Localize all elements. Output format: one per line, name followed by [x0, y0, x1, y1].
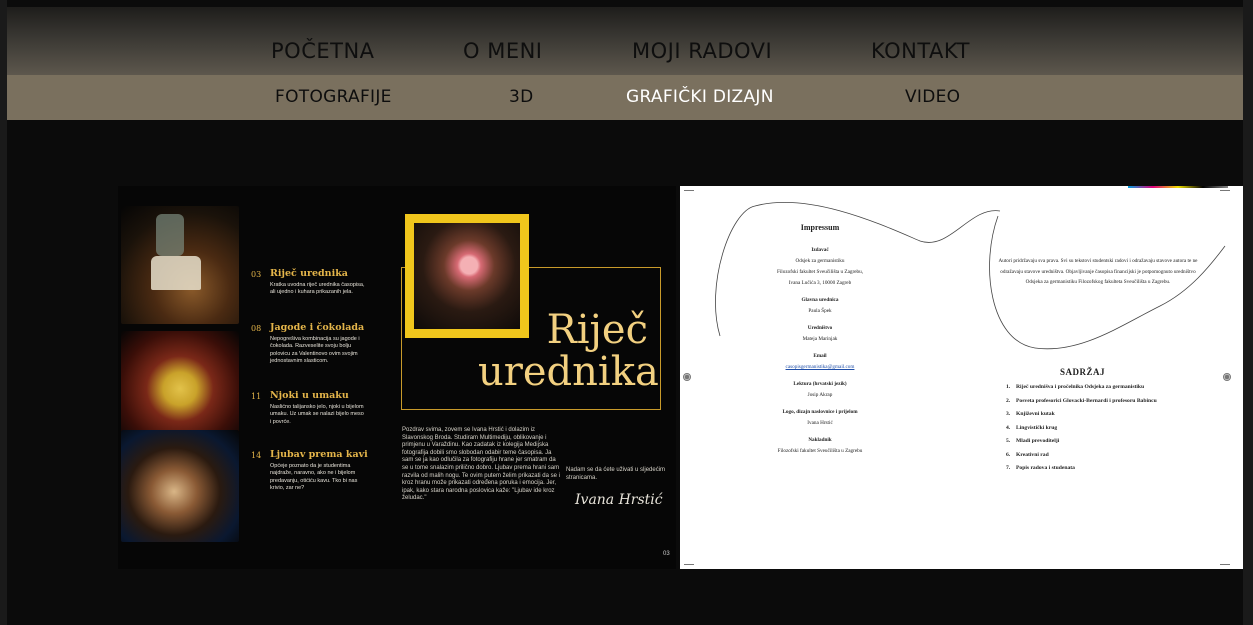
impressum-value: Filozofski fakultet Sveučilišta u Zagreb…: [777, 448, 863, 454]
copyright-notice: Autori pridržavaju sva prava. Svi su tek…: [998, 258, 1198, 286]
impressum-label: Email: [813, 353, 827, 359]
editor-closing-text: Nadam se da ćete uživati u sljedećim str…: [566, 467, 666, 481]
main-nav: POČETNA O MENI MOJI RADOVI KONTAKT: [7, 7, 1243, 75]
nav-kontakt[interactable]: KONTAKT: [871, 39, 970, 63]
toc-description: Kratka uvodna riječ urednika časopisa, a…: [270, 282, 365, 296]
contents-item: 1. Riječ urednišva i pročelnika Odsjeka z…: [1006, 384, 1145, 390]
contents-item-label: Popis radova i studenata: [1016, 465, 1075, 471]
magazine-spread-impressum[interactable]: Impressum Izdavač Odsjek za germanistiku…: [680, 186, 1243, 569]
toc-description: Općeje poznato da je studentima najdraže…: [270, 463, 358, 491]
subnav-fotografije[interactable]: FOTOGRAFIJE: [275, 87, 392, 107]
contents-item-label: Kreativni rad: [1016, 451, 1049, 458]
impressum-value: Ivana Lučića 3, 10000 Zagreb: [788, 280, 852, 286]
contents-item-label: Lingvistički krug: [1016, 424, 1058, 431]
impressum-value: Filozofski fakultet Sveučilišta u Zagreb…: [776, 269, 863, 275]
contents-title: SADRŽAJ: [1060, 367, 1106, 377]
contents-item: 6. Kreativni rad: [1006, 451, 1049, 458]
editor-heading: Riječ urednika: [478, 307, 659, 395]
toc-page-number: 08: [251, 324, 262, 333]
coffee-photo: [121, 430, 239, 542]
nav-moji-radovi[interactable]: MOJI RADOVI: [632, 39, 772, 63]
contents-item: 4. Lingvistički krug: [1006, 424, 1058, 431]
gnocchi-photo: [121, 331, 239, 436]
contents-item: 3. Književni kutak: [1006, 411, 1055, 417]
toc-title: Njoki u umaku: [270, 390, 349, 401]
toc-description: Nepogrešiva kombinacija su jagode i čoko…: [270, 336, 360, 364]
impressum-label: Logo, dizajn naslovnice i prijelom: [782, 409, 858, 415]
contents-item: 5. Mladi prevoditelji: [1006, 438, 1060, 444]
toc-page-number: 03: [251, 270, 262, 279]
toc-title: Riječ urednika: [270, 268, 348, 279]
impressum-value: Ivana Hrstić: [807, 420, 833, 426]
contents-item-label: Riječ urednišva i pročelnika Odsjeka za …: [1016, 384, 1145, 390]
cake-photo: [121, 206, 239, 324]
subnav-graficki-dizajn[interactable]: GRAFIČKI DIZAJN: [626, 87, 774, 107]
nav-o-meni[interactable]: O MENI: [463, 39, 543, 63]
impressum-email-link[interactable]: casopisgermanistika@gmail.com: [730, 362, 910, 373]
contents-item: 7. Popis radova i studenata: [1006, 465, 1075, 471]
impressum-label: Glavna urednica: [801, 297, 839, 303]
impressum-label: Uredništvo: [807, 325, 833, 331]
toc-description: Naslićno talijansko jelo, njoki u bijelo…: [270, 404, 364, 425]
contents-item-label: Književni kutak: [1016, 411, 1055, 417]
sub-nav: FOTOGRAFIJE 3D GRAFIČKI DIZAJN VIDEO: [7, 75, 1243, 120]
impressum-block: Impressum Izdavač Odsjek za germanistiku…: [730, 222, 910, 457]
editor-signature: Ivana Hrstić: [575, 492, 663, 508]
impressum-value: Mateja Marinjak: [802, 336, 838, 342]
contents-item-label: Mladi prevoditelji: [1016, 438, 1060, 444]
impressum-value: Paula Špek: [808, 308, 832, 314]
toc-title: Jagode i čokolada: [270, 322, 365, 333]
impressum-value: Odsjek za germanistiku: [795, 258, 845, 264]
subnav-video[interactable]: VIDEO: [905, 87, 960, 107]
impressum-title: Impressum: [800, 223, 840, 232]
page-number: 03: [663, 551, 670, 557]
editor-letter-text: Pozdrav svima, zovem se Ivana Hrstić i d…: [402, 427, 560, 502]
impressum-label: Nakladnik: [808, 437, 832, 443]
subnav-3d[interactable]: 3D: [509, 87, 534, 107]
toc-page-number: 14: [251, 451, 262, 460]
contents-item-label: Posveta profesorici Glovacki-Bernardi i …: [1016, 397, 1157, 404]
impressum-label: Lektura (hrvatski jezik): [793, 381, 847, 387]
impressum-value: Josip Akrap: [807, 392, 833, 398]
window-edge-left: [0, 0, 7, 625]
window-edge-right: [1243, 0, 1253, 625]
contents-list: 1. Riječ urednišva i pročelnika Odsjeka z…: [1006, 384, 1236, 479]
toc-page-number: 11: [251, 392, 262, 401]
impressum-label: Izdavač: [811, 247, 829, 253]
nav-pocetna[interactable]: POČETNA: [271, 39, 375, 63]
toc-title: Ljubav prema kavi: [270, 449, 368, 460]
contents-item: 2. Posveta profesorici Glovacki-Bernardi …: [1006, 397, 1157, 404]
